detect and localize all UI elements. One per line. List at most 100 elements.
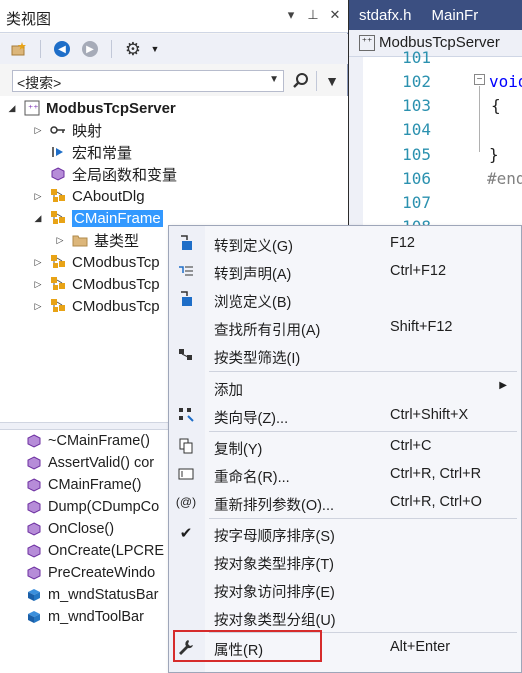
collapse-icon[interactable]: ◢ [6, 103, 18, 114]
tree-node-label: CAboutDlg [72, 187, 145, 205]
filter-dropdown-icon[interactable]: ▼ [321, 69, 343, 93]
menu-item-browse-definition[interactable]: 浏览定义(B) [169, 285, 521, 313]
line-number: 102 [402, 72, 431, 91]
menu-item-sort-by-access[interactable]: 按对象访问排序(E) [169, 575, 521, 603]
tree-node-globals[interactable]: 全局函数和变量 [32, 163, 177, 185]
search-button[interactable] [289, 69, 313, 93]
tree-node-base-types[interactable]: ▷ 基类型 [54, 229, 139, 251]
menu-item-goto-definition[interactable]: 转到定义(G) F12 [169, 229, 521, 257]
method-icon [26, 565, 42, 581]
properties-highlight-box [173, 630, 322, 662]
fold-collapse-icon[interactable]: − [474, 74, 485, 85]
new-folder-icon[interactable] [8, 38, 30, 60]
tree-node-class-cmodbustcp-1[interactable]: ▷ CModbusTcp [32, 251, 160, 273]
list-item[interactable]: m_wndStatusBar [26, 584, 158, 606]
tree-node-label: CModbusTcp [72, 297, 160, 315]
expand-icon[interactable]: ▷ [32, 191, 44, 202]
tree-node-macros[interactable]: 宏和常量 [32, 141, 132, 163]
tree-node-label: 宏和常量 [72, 144, 133, 162]
context-menu: 转到定义(G) F12 转到声明(A) Ctrl+F12 浏览定义(B) 查找所… [168, 225, 522, 673]
expand-icon[interactable]: ▷ [32, 279, 44, 290]
menu-item-goto-declaration[interactable]: 转到声明(A) Ctrl+F12 [169, 257, 521, 285]
window-position-icon[interactable]: ▾ [284, 7, 298, 23]
globals-icon [50, 166, 66, 182]
copy-icon [177, 438, 195, 454]
class-icon [50, 210, 66, 226]
class-view-toolbar: ◀ ▶ ⚙ ▼ [0, 34, 348, 64]
filter-type-icon [177, 347, 195, 363]
settings-gear-icon[interactable]: ⚙ [122, 38, 144, 60]
menu-item-reorder-parameters[interactable]: (@) 重新排列参数(O)... Ctrl+R, Ctrl+O [169, 488, 521, 516]
menu-item-group-by-type[interactable]: 按对象类型分组(U) [169, 603, 521, 631]
line-number: 107 [402, 193, 431, 212]
code-line: } [489, 145, 499, 164]
method-icon [26, 499, 42, 515]
expand-icon[interactable]: ▷ [32, 301, 44, 312]
field-icon [26, 609, 42, 625]
tab-mainframe[interactable]: MainFr [422, 0, 489, 30]
expand-icon[interactable]: ▷ [32, 257, 44, 268]
back-icon[interactable]: ◀ [51, 38, 73, 60]
method-icon [26, 543, 42, 559]
line-number: 103 [402, 96, 431, 115]
tree-node-label: 全局函数和变量 [72, 166, 178, 184]
line-number: 105 [402, 145, 431, 164]
checkmark-icon: ✔ [179, 525, 193, 542]
tree-node-class-cmodbustcp-2[interactable]: ▷ CModbusTcp [32, 273, 160, 295]
list-item[interactable]: AssertValid() cor [26, 452, 154, 474]
class-icon [50, 298, 66, 314]
tree-node-class-caboutdlg[interactable]: ▷ CAboutDlg [32, 185, 145, 207]
map-icon [50, 122, 66, 138]
tree-node-class-cmodbustcp-3[interactable]: ▷ CModbusTcp [32, 295, 160, 317]
list-item[interactable]: m_wndToolBar [26, 606, 144, 628]
class-icon [50, 188, 66, 204]
list-item[interactable]: OnClose() [26, 518, 114, 540]
menu-item-rename[interactable]: 重命名(R)... Ctrl+R, Ctrl+R [169, 460, 521, 488]
close-icon[interactable]: ✕ [328, 7, 342, 23]
rename-icon [177, 466, 195, 482]
list-item[interactable]: Dump(CDumpCo [26, 496, 159, 518]
method-icon [26, 433, 42, 449]
tree-node-project[interactable]: ◢ ⁺⁺ ModbusTcpServer [6, 97, 176, 119]
project-icon: ⁺⁺ [24, 100, 40, 116]
editor-tabs: stdafx.h MainFr [349, 0, 522, 30]
search-input[interactable]: <搜索> ▼ [12, 70, 284, 92]
reorder-params-icon: (@) [175, 495, 197, 509]
chevron-down-icon[interactable]: ▼ [269, 74, 279, 85]
menu-item-sort-alphabetically[interactable]: ✔ 按字母顺序排序(S) [169, 519, 521, 547]
list-item[interactable]: CMainFrame() [26, 474, 141, 496]
goto-declaration-icon [177, 263, 195, 279]
tab-stdafx-h[interactable]: stdafx.h [349, 0, 422, 30]
expand-icon[interactable]: ▷ [54, 235, 66, 246]
menu-item-class-wizard[interactable]: 类向导(Z)... Ctrl+Shift+X [169, 401, 521, 429]
line-number: 101 [402, 48, 431, 67]
menu-item-sort-by-type[interactable]: 按对象类型排序(T) [169, 547, 521, 575]
menu-item-find-all-references[interactable]: 查找所有引用(A) Shift+F12 [169, 313, 521, 341]
tree-node-label: CModbusTcp [72, 253, 160, 271]
tree-node-label: CModbusTcp [72, 275, 160, 293]
code-line: #end [487, 169, 522, 188]
list-item[interactable]: OnCreate(LPCRE [26, 540, 164, 562]
chevron-down-icon[interactable]: ▼ [150, 38, 160, 60]
class-icon [50, 254, 66, 270]
forward-icon[interactable]: ▶ [79, 38, 101, 60]
method-icon [26, 477, 42, 493]
goto-definition-icon [177, 235, 195, 251]
class-view-title: 类视图 [6, 11, 52, 28]
browse-definition-icon [177, 291, 195, 307]
collapse-icon[interactable]: ◢ [32, 213, 44, 224]
search-placeholder: <搜索> [17, 75, 62, 91]
tree-node-label: ModbusTcpServer [46, 99, 176, 117]
macro-icon [50, 144, 66, 160]
tree-node-maps[interactable]: ▷ 映射 [32, 119, 102, 141]
field-icon [26, 587, 42, 603]
tree-node-class-cmainframe[interactable]: ◢ CMainFrame [32, 207, 163, 229]
menu-item-copy[interactable]: 复制(Y) Ctrl+C [169, 432, 521, 460]
code-line: { [491, 96, 501, 115]
menu-item-filter-by-type[interactable]: 按类型筛选(I) [169, 341, 521, 369]
expand-icon[interactable]: ▷ [32, 125, 44, 136]
list-item[interactable]: PreCreateWindo [26, 562, 155, 584]
list-item[interactable]: ~CMainFrame() [26, 430, 150, 452]
menu-item-add[interactable]: 添加 ▶ [169, 373, 521, 401]
pin-icon[interactable]: ⊥ [306, 7, 320, 23]
